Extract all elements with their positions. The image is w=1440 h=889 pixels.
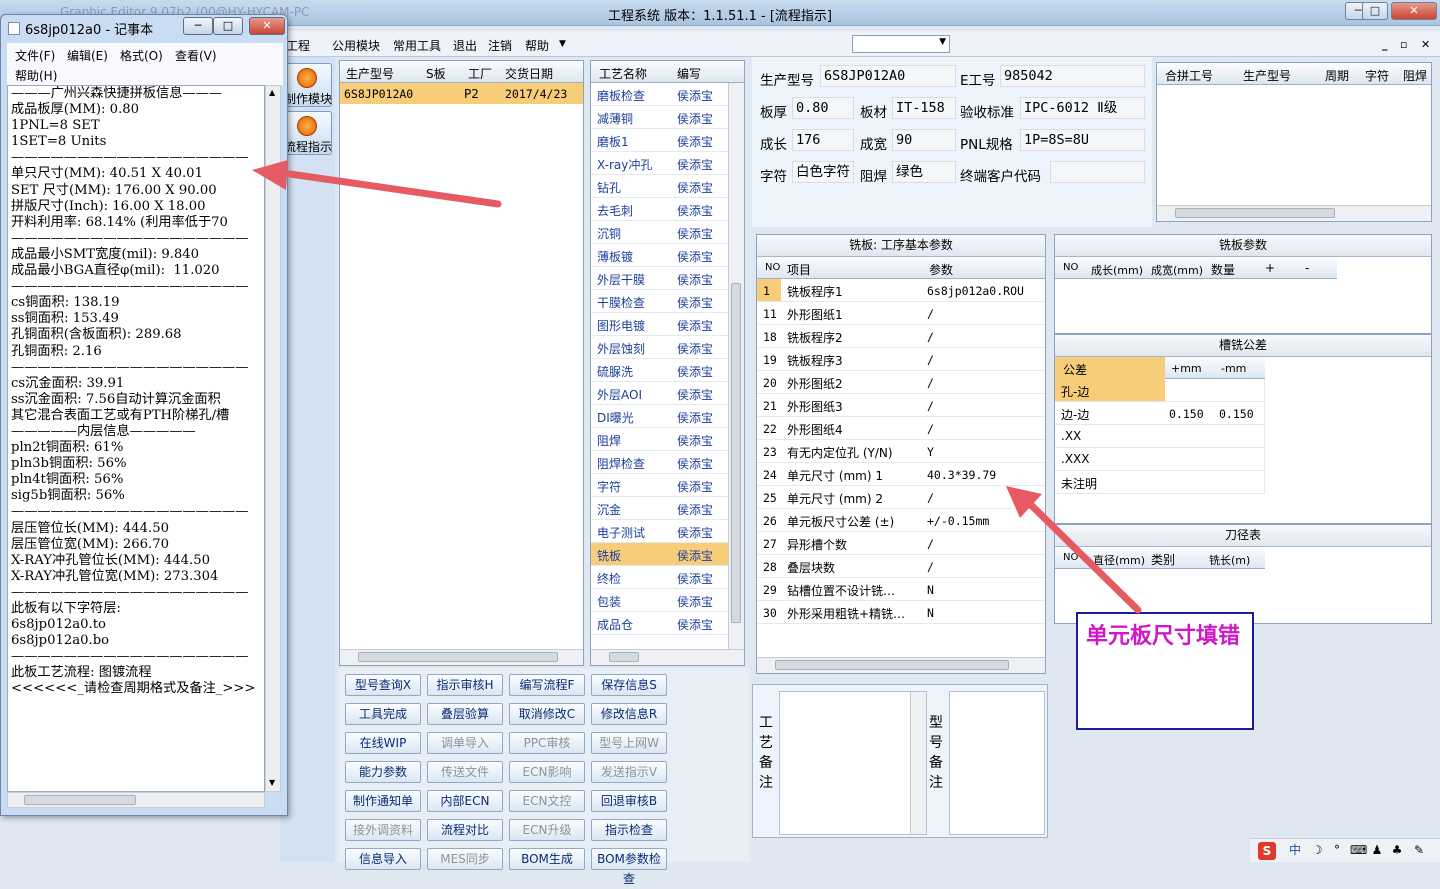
- arrow-right: [1006, 486, 1142, 614]
- system-tray: S 中 ☽ ° ⌨ ♟ ♣ ✎: [1250, 838, 1440, 862]
- keyboard-icon[interactable]: ⌨: [1350, 843, 1367, 857]
- wrench-icon[interactable]: ✎: [1412, 843, 1426, 857]
- user-icon[interactable]: ♟: [1370, 843, 1384, 857]
- moon-icon[interactable]: ☽: [1310, 843, 1324, 857]
- ime-mode[interactable]: 中: [1288, 843, 1302, 857]
- dot-icon[interactable]: °: [1330, 843, 1344, 857]
- shirt-icon[interactable]: ♣: [1390, 843, 1404, 857]
- annotation-arrows: [252, 160, 1142, 614]
- arrow-left: [252, 160, 502, 208]
- sogou-icon[interactable]: S: [1258, 842, 1276, 860]
